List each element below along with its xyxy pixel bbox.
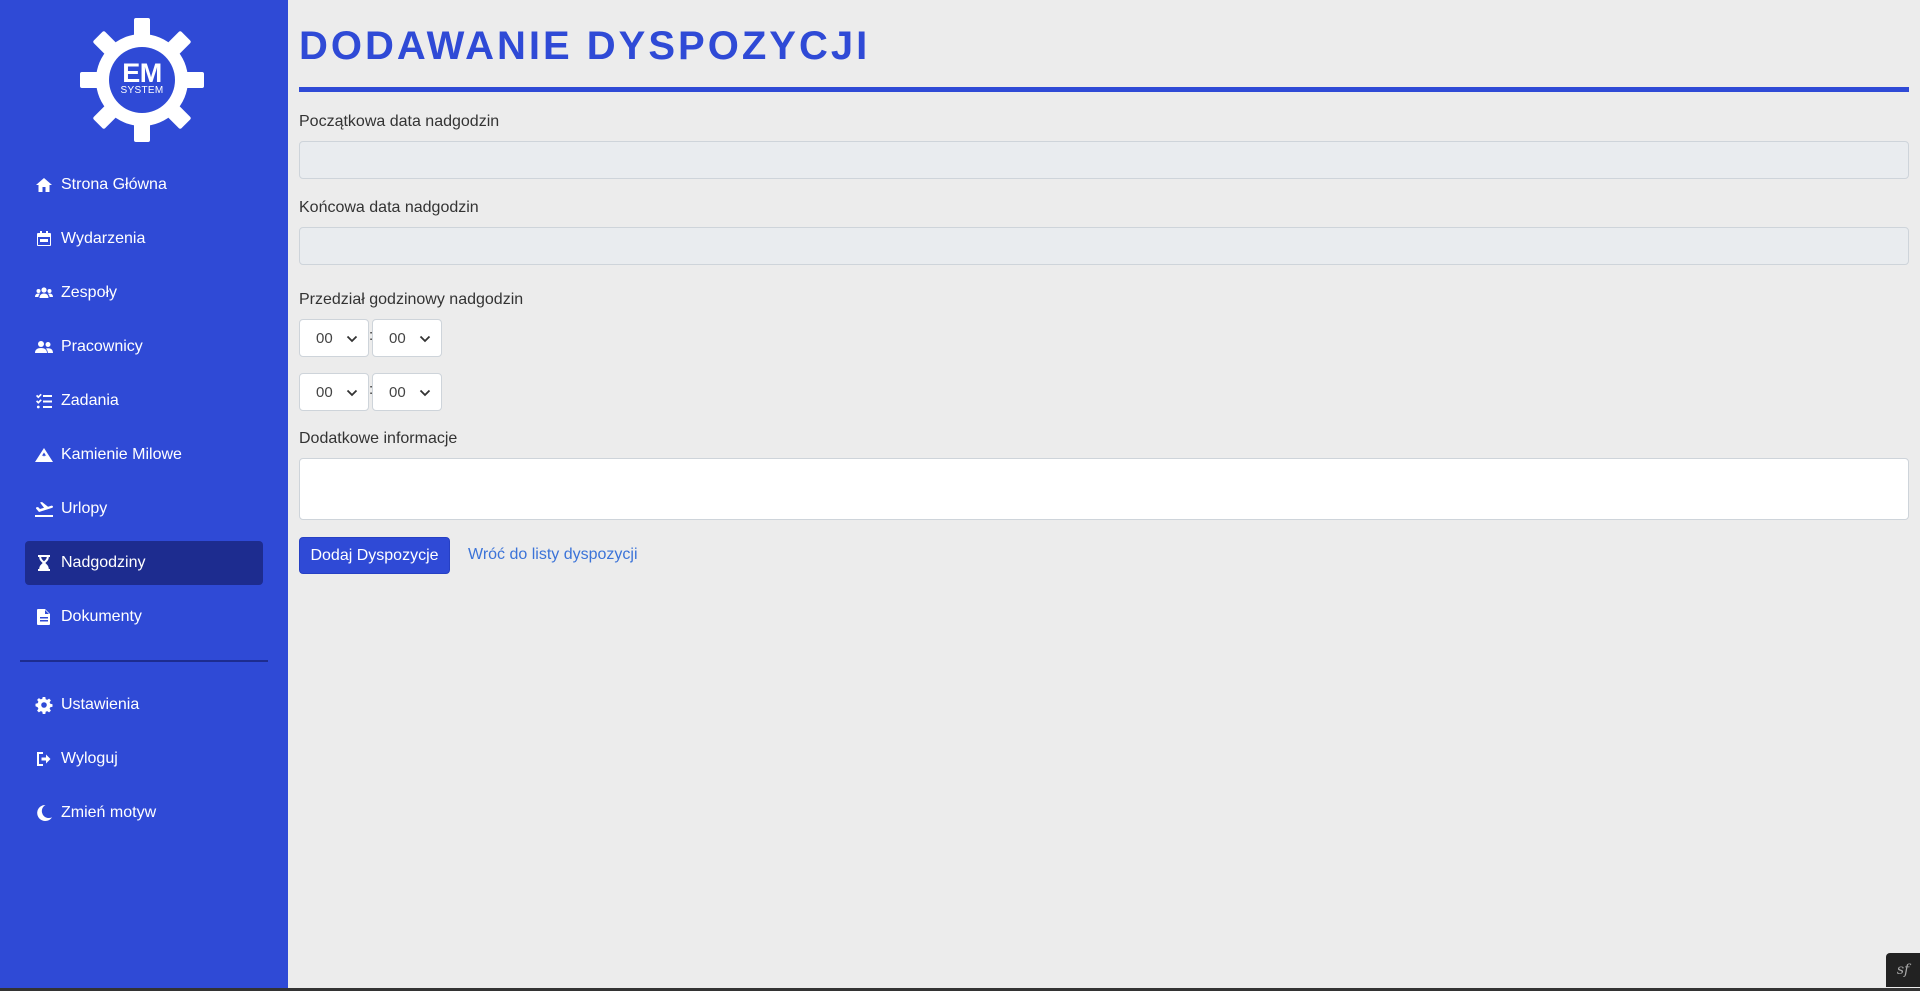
app-logo[interactable]: EM SYSTEM: [78, 16, 206, 144]
sidebar-item-settings[interactable]: Ustawienia: [25, 683, 263, 727]
chevron-down-icon: [419, 335, 431, 343]
time-to-hour-select[interactable]: 00: [299, 373, 369, 411]
end-date-label: Końcowa data nadgodzin: [299, 199, 479, 216]
sidebar-item-tasks[interactable]: Zadania: [25, 379, 263, 423]
logo-primary-text: EM: [122, 57, 162, 88]
users-icon: [35, 284, 53, 302]
time-to-hour-value: 00: [316, 383, 333, 401]
sidebar-item-documents[interactable]: Dokumenty: [25, 595, 263, 639]
sidebar-item-label: Wyloguj: [61, 750, 118, 767]
logo-secondary-text: SYSTEM: [120, 84, 164, 96]
sidebar-item-events[interactable]: Wydarzenia: [25, 217, 263, 261]
sidebar-item-label: Kamienie Milowe: [61, 446, 182, 463]
chevron-down-icon: [346, 335, 358, 343]
sidebar-item-overtime[interactable]: Nadgodziny: [25, 541, 263, 585]
sidebar-divider: [20, 660, 268, 662]
title-underline: [299, 87, 1909, 92]
user-group-icon: [35, 338, 53, 356]
sidebar-item-label: Ustawienia: [61, 696, 140, 713]
additional-info-textarea[interactable]: [299, 458, 1909, 520]
sidebar: EM SYSTEM Strona Główna Wydarzenia Zespo…: [0, 0, 288, 991]
symfony-debug-toolbar-button[interactable]: sf: [1886, 953, 1920, 987]
hourglass-icon: [35, 554, 53, 572]
time-from-hour-value: 00: [316, 329, 333, 347]
logo-text: EM SYSTEM: [78, 16, 206, 144]
chevron-down-icon: [346, 389, 358, 397]
sidebar-item-logout[interactable]: Wyloguj: [25, 737, 263, 781]
time-to-minute-value: 00: [389, 383, 406, 401]
sidebar-item-home[interactable]: Strona Główna: [25, 163, 263, 207]
symfony-icon: sf: [1896, 962, 1910, 978]
sidebar-item-label: Zadania: [61, 392, 119, 409]
time-range-label: Przedział godzinowy nadgodzin: [299, 291, 524, 308]
time-from-minute-value: 00: [389, 329, 406, 347]
start-date-input[interactable]: [299, 141, 1909, 179]
page-title: DODAWANIE DYSPOZYCJI: [299, 24, 871, 68]
sidebar-item-label: Zmień motyw: [61, 804, 157, 821]
task-list-icon: [35, 392, 53, 410]
back-to-list-link[interactable]: Wróć do listy dyspozycji: [468, 546, 638, 564]
time-to-minute-select[interactable]: 00: [372, 373, 442, 411]
calendar-icon: [35, 230, 53, 248]
moon-icon: [35, 804, 53, 822]
sidebar-item-label: Strona Główna: [61, 176, 167, 193]
end-date-input[interactable]: [299, 227, 1909, 265]
sidebar-item-theme-toggle[interactable]: Zmień motyw: [25, 791, 263, 835]
gear-icon: [35, 696, 53, 714]
additional-info-label: Dodatkowe informacje: [299, 430, 458, 447]
logout-icon: [35, 750, 53, 768]
sidebar-item-vacations[interactable]: Urlopy: [25, 487, 263, 531]
sidebar-item-teams[interactable]: Zespoły: [25, 271, 263, 315]
sidebar-item-label: Zespoły: [61, 284, 118, 301]
time-from-hour-select[interactable]: 00: [299, 319, 369, 357]
add-disposition-button[interactable]: Dodaj Dyspozycje: [299, 537, 450, 574]
mountain-icon: [35, 446, 53, 464]
plane-icon: [35, 500, 53, 518]
sidebar-item-label: Nadgodziny: [61, 554, 146, 571]
sidebar-item-label: Pracownicy: [61, 338, 143, 355]
home-icon: [35, 176, 53, 194]
chevron-down-icon: [419, 389, 431, 397]
start-date-label: Początkowa data nadgodzin: [299, 113, 500, 130]
sidebar-item-label: Dokumenty: [61, 608, 142, 625]
sidebar-item-label: Wydarzenia: [61, 230, 146, 247]
time-from-minute-select[interactable]: 00: [372, 319, 442, 357]
document-icon: [35, 608, 53, 626]
sidebar-item-milestones[interactable]: Kamienie Milowe: [25, 433, 263, 477]
sidebar-item-employees[interactable]: Pracownicy: [25, 325, 263, 369]
sidebar-item-label: Urlopy: [61, 500, 108, 517]
